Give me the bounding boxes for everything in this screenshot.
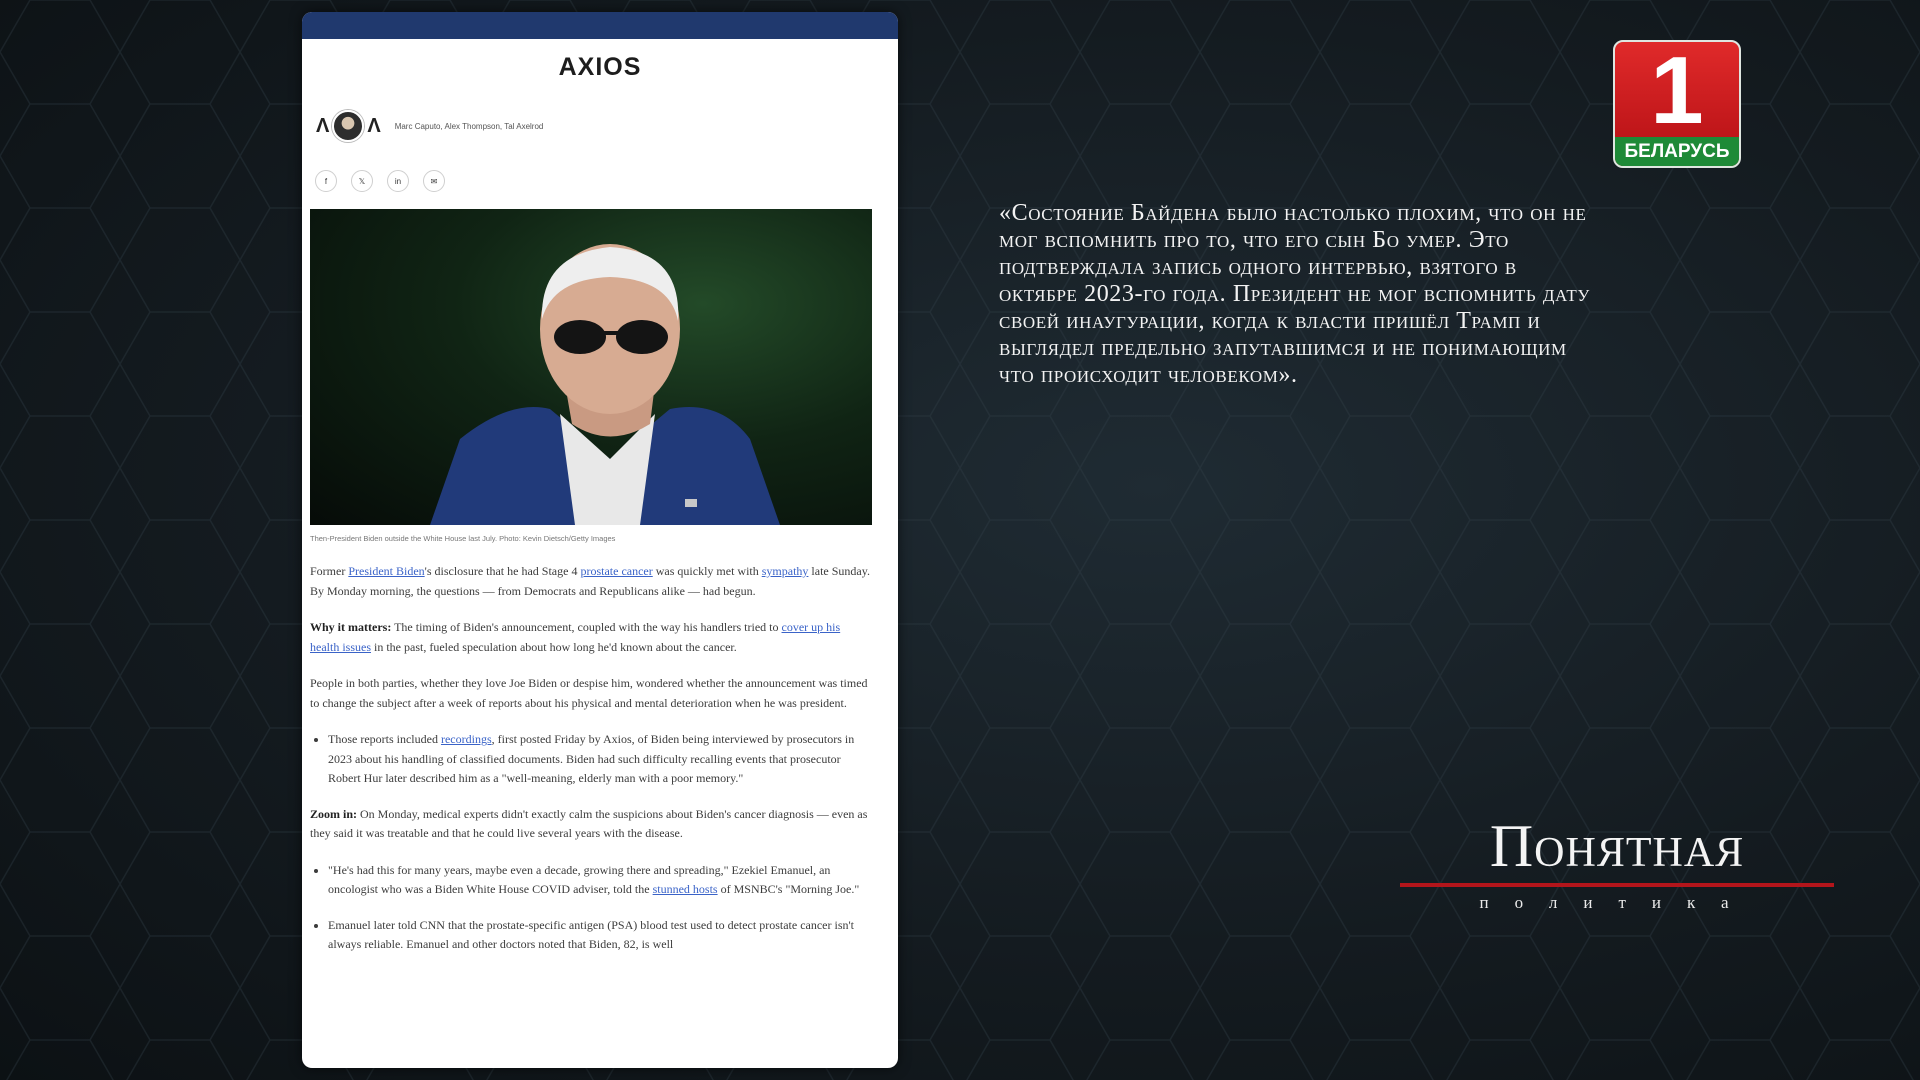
- stunned-hosts-link[interactable]: stunned hosts: [653, 882, 718, 896]
- channel-number: 1: [1650, 40, 1704, 144]
- show-title-divider: [1400, 883, 1834, 887]
- paragraph: People in both parties, whether they lov…: [310, 676, 868, 710]
- recordings-link[interactable]: recordings: [441, 732, 492, 746]
- prostate-cancer-link[interactable]: prostate cancer: [580, 564, 652, 578]
- bullet-list: Emanuel later told CNN that the prostate…: [310, 916, 870, 955]
- article-screenshot: AXIOS Λ Λ Marc Caputo, Alex Thompson, Ta…: [302, 12, 898, 1068]
- linkedin-icon[interactable]: in: [387, 170, 409, 192]
- share-buttons: f 𝕏 in ✉: [315, 170, 445, 192]
- author-names: Marc Caputo, Alex Thompson, Tal Axelrod: [394, 121, 544, 131]
- list-item: Emanuel later told CNN that the prostate…: [328, 916, 870, 955]
- x-icon[interactable]: 𝕏: [351, 170, 373, 192]
- why-it-matters-label: Why it matters:: [310, 620, 392, 634]
- quote-text: «Состояние Байдена было настолько плохим…: [999, 200, 1591, 388]
- zoom-in-label: Zoom in:: [310, 806, 358, 821]
- browser-top-bar: [302, 12, 898, 39]
- email-icon[interactable]: ✉: [423, 170, 445, 192]
- sympathy-link[interactable]: sympathy: [762, 564, 809, 578]
- axios-logo: AXIOS: [558, 53, 642, 81]
- channel-name: БЕЛАРУСЬ: [1615, 137, 1739, 166]
- article-body: Former President Biden's disclosure that…: [310, 562, 870, 971]
- president-biden-link[interactable]: President Biden: [348, 564, 424, 578]
- bullet-list: Those reports included recordings, first…: [310, 730, 870, 789]
- show-title: Понятная: [1489, 813, 1745, 879]
- photo-illustration: [430, 244, 780, 525]
- author-mark-icon: Λ: [367, 114, 381, 137]
- list-item: "He's had this for many years, maybe eve…: [328, 861, 870, 900]
- list-item: Those reports included recordings, first…: [328, 730, 870, 789]
- facebook-icon[interactable]: f: [315, 170, 337, 192]
- author-avatar: [332, 110, 365, 142]
- paragraph: Why it matters: The timing of Biden's an…: [310, 620, 841, 654]
- show-subtitle: политика: [1479, 893, 1755, 912]
- paragraph: Former President Biden's disclosure that…: [310, 564, 870, 598]
- photo-caption: Then-President Biden outside the White H…: [310, 534, 616, 543]
- author-mark-icon: Λ: [316, 114, 330, 137]
- bullet-list: "He's had this for many years, maybe eve…: [310, 861, 870, 900]
- paragraph: Zoom in: On Monday, medical experts didn…: [310, 806, 868, 841]
- byline: Λ Λ Marc Caputo, Alex Thompson, Tal Axel…: [316, 110, 543, 142]
- article-photo: [310, 209, 872, 525]
- belarus-1-logo: 1 БЕЛАРУСЬ: [1613, 40, 1741, 168]
